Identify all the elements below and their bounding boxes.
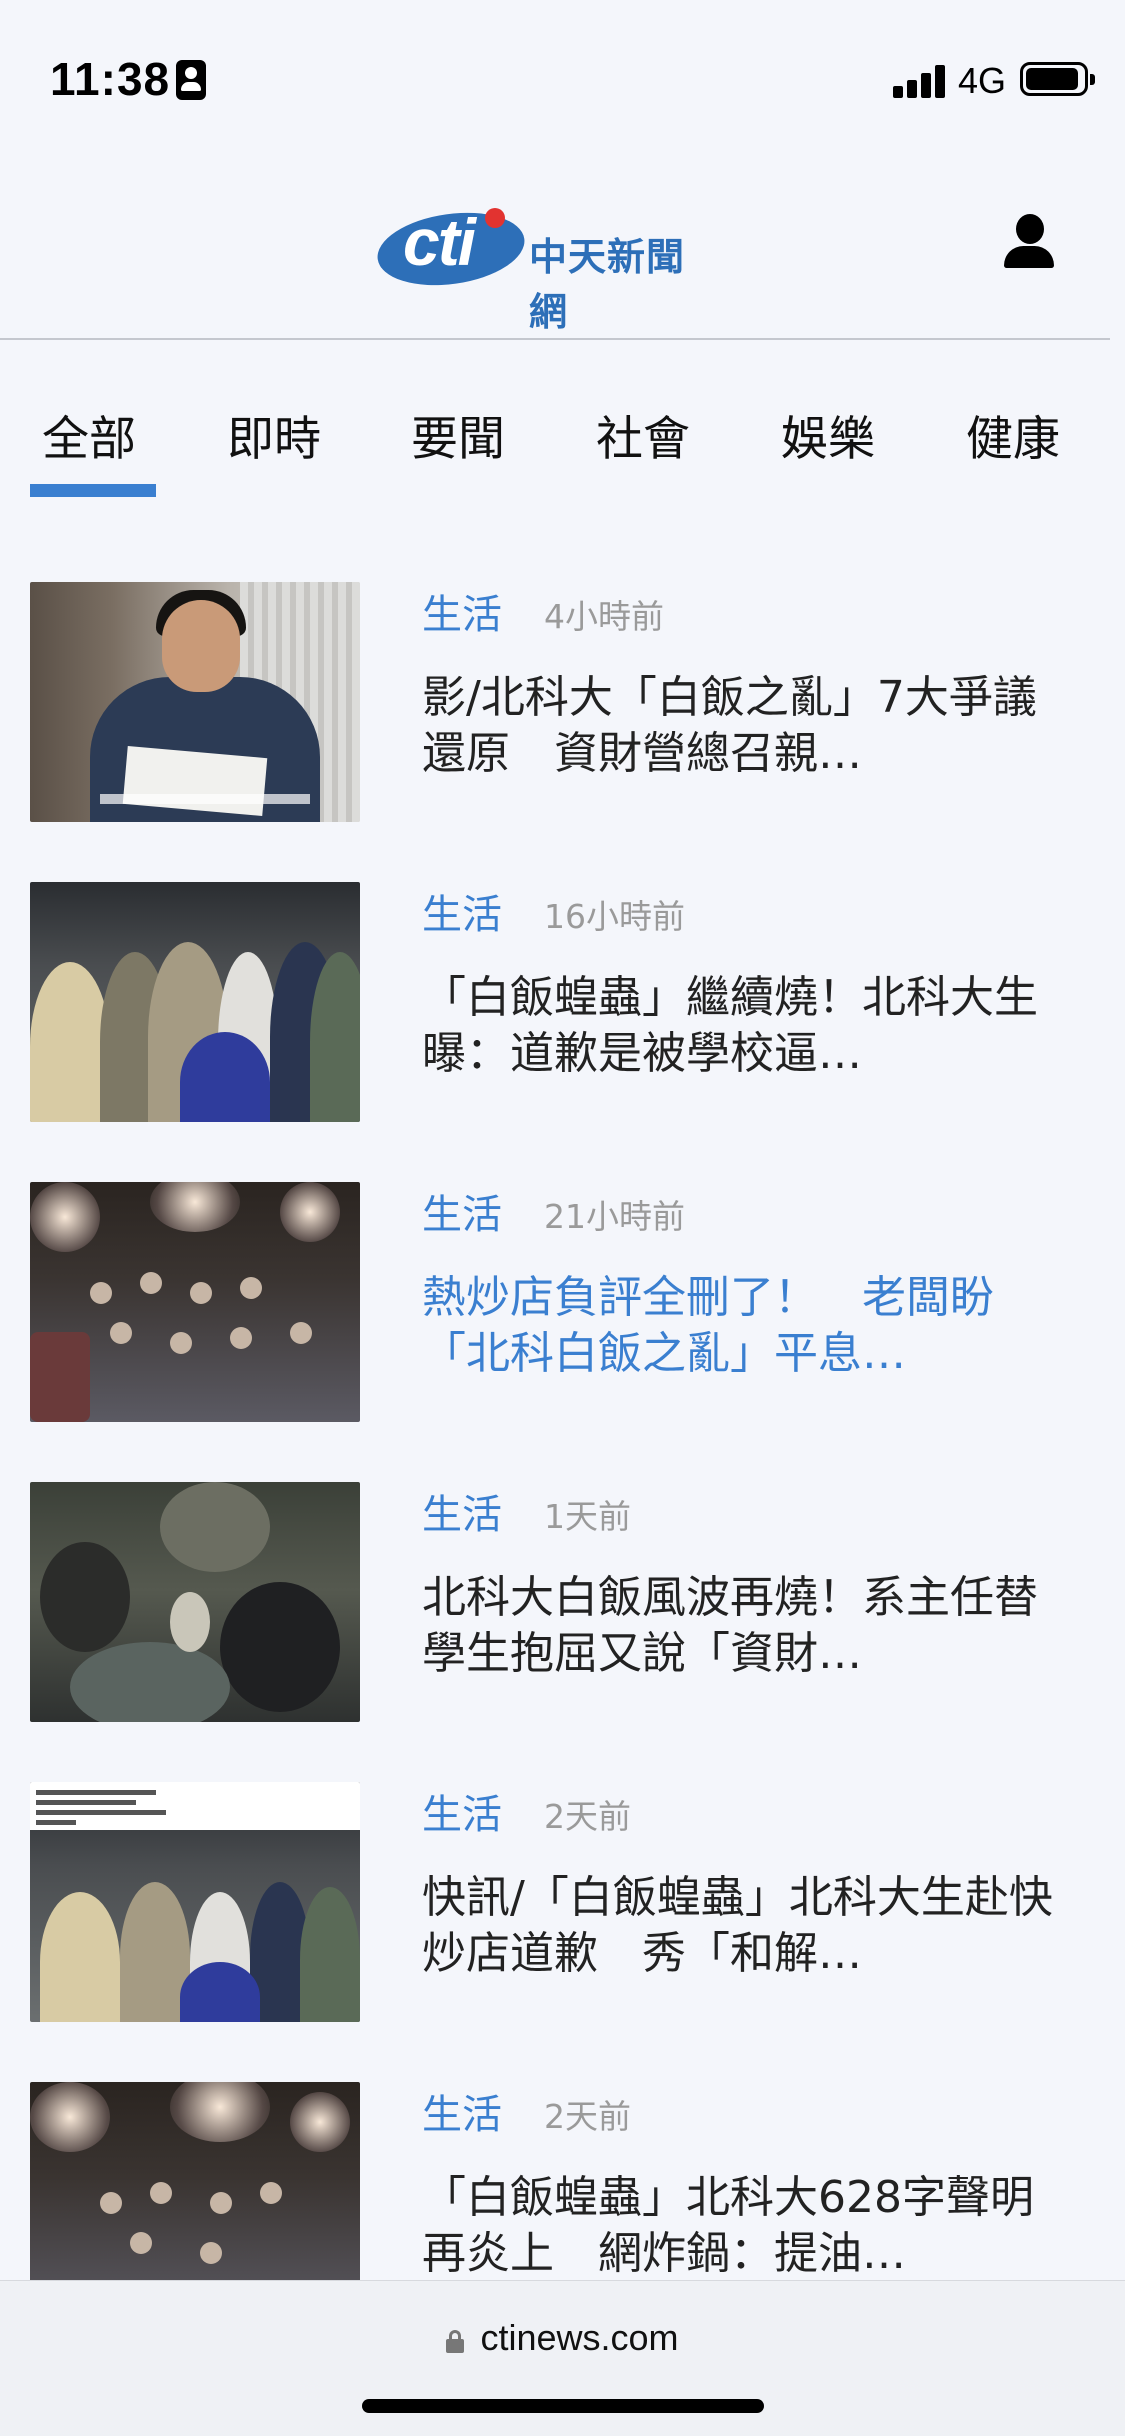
- news-thumbnail[interactable]: [30, 882, 360, 1122]
- news-time: 2天前: [544, 2097, 631, 2136]
- tab-health[interactable]: 健康: [966, 400, 1060, 469]
- news-thumbnail[interactable]: [30, 1182, 360, 1422]
- battery-icon: [1020, 62, 1095, 96]
- home-indicator[interactable]: [362, 2399, 764, 2413]
- url-display[interactable]: ctinews.com: [0, 2317, 1125, 2359]
- logo-dot-icon: [485, 208, 505, 228]
- user-account-icon[interactable]: [1002, 214, 1056, 270]
- status-bar: 11:38 4G: [0, 0, 1125, 150]
- news-category[interactable]: 生活: [422, 582, 502, 640]
- tab-entertainment[interactable]: 娛樂: [781, 400, 875, 469]
- tab-headlines[interactable]: 要聞: [411, 400, 505, 469]
- contact-card-icon: [176, 60, 206, 100]
- news-thumbnail[interactable]: [30, 582, 360, 822]
- news-headline[interactable]: 北科大白飯風波再燒！系主任替學生抱屈又說「資財…: [422, 1570, 1072, 1682]
- news-item[interactable]: 生活 4小時前 影/北科大「白飯之亂」7大爭議還原 資財營總召親…: [0, 582, 1125, 882]
- news-time: 2天前: [544, 1797, 631, 1836]
- tab-society[interactable]: 社會: [596, 400, 690, 469]
- news-headline[interactable]: 影/北科大「白飯之亂」7大爭議還原 資財營總召親…: [422, 670, 1072, 782]
- news-headline[interactable]: 「白飯蝗蟲」繼續燒！北科大生曝：道歉是被學校逼…: [422, 970, 1072, 1082]
- news-item[interactable]: 生活 2天前 快訊/「白飯蝗蟲」北科大生赴快炒店道歉 秀「和解…: [0, 1782, 1125, 2082]
- news-headline[interactable]: 熱炒店負評全刪了！ 老闆盼「北科白飯之亂」平息…: [422, 1270, 1072, 1382]
- cellular-signal-icon: [893, 64, 945, 98]
- url-text: ctinews.com: [480, 2317, 679, 2358]
- news-item[interactable]: 生活 21小時前 熱炒店負評全刪了！ 老闆盼「北科白飯之亂」平息…: [0, 1182, 1125, 1482]
- site-logo[interactable]: cti 中天新聞網: [372, 204, 722, 334]
- logo-mark: cti: [403, 205, 476, 279]
- news-time: 1天前: [544, 1497, 631, 1536]
- tab-realtime[interactable]: 即時: [227, 400, 321, 469]
- news-category[interactable]: 生活: [422, 1482, 502, 1540]
- site-header: cti 中天新聞網: [0, 150, 1110, 340]
- network-type: 4G: [958, 60, 1007, 101]
- news-time: 4小時前: [544, 597, 664, 636]
- browser-address-bar[interactable]: ctinews.com: [0, 2280, 1125, 2436]
- news-time: 16小時前: [544, 897, 685, 936]
- category-tabs: 全部 即時 要聞 社會 娛樂 健康: [0, 340, 1125, 500]
- news-thumbnail[interactable]: [30, 1782, 360, 2022]
- news-category[interactable]: 生活: [422, 882, 502, 940]
- status-time: 11:38: [50, 53, 171, 105]
- news-time: 21小時前: [544, 1197, 685, 1236]
- news-item[interactable]: 生活 16小時前 「白飯蝗蟲」繼續燒！北科大生曝：道歉是被學校逼…: [0, 882, 1125, 1182]
- news-headline[interactable]: 快訊/「白飯蝗蟲」北科大生赴快炒店道歉 秀「和解…: [422, 1870, 1072, 1982]
- tab-selected-indicator: [30, 484, 156, 497]
- news-item[interactable]: 生活 1天前 北科大白飯風波再燒！系主任替學生抱屈又說「資財…: [0, 1482, 1125, 1782]
- lock-icon: [446, 2330, 465, 2353]
- news-category[interactable]: 生活: [422, 1182, 502, 1240]
- tab-all[interactable]: 全部: [42, 400, 136, 469]
- news-thumbnail[interactable]: [30, 1482, 360, 1722]
- news-category[interactable]: 生活: [422, 1782, 502, 1840]
- news-category[interactable]: 生活: [422, 2082, 502, 2140]
- logo-text: 中天新聞網: [529, 235, 686, 334]
- news-headline[interactable]: 「白飯蝗蟲」北科大628字聲明再炎上 網炸鍋：提油…: [422, 2170, 1072, 2282]
